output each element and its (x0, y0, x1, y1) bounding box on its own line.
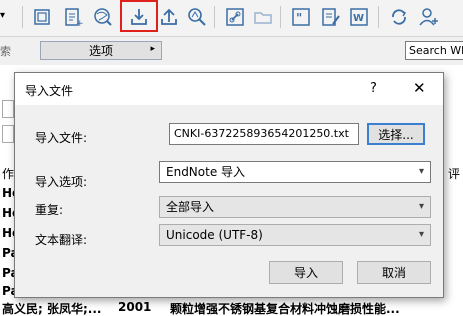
find-fulltext-icon[interactable] (184, 4, 210, 30)
import-file-field[interactable]: CNKI-637225893654201250.txt (169, 123, 359, 145)
duplicates-value: 全部导入 (166, 200, 215, 214)
text-translation-label: 文本翻译: (35, 233, 88, 247)
list-column-header: 作 (2, 167, 15, 181)
dialog-title: 导入文件 (25, 84, 74, 98)
toolbar-separator (22, 6, 23, 28)
author-cell: 高义民; 张凤华;... (2, 302, 102, 316)
text-translation-select[interactable]: Unicode (UTF-8) ▾ (159, 224, 431, 246)
new-folder-icon[interactable] (30, 4, 56, 30)
toolbar-separator (378, 6, 379, 28)
add-user-icon[interactable] (416, 4, 442, 30)
sync-icon[interactable] (386, 4, 412, 30)
online-search-icon[interactable] (90, 4, 116, 30)
browse-button[interactable]: 选择... (367, 123, 425, 145)
toolbar: ▾ + " W (0, 0, 463, 37)
import-highlight-box (120, 0, 158, 32)
link-icon[interactable] (222, 4, 248, 30)
title-cell: 颗粒增强不锈钢基复合材料冲蚀磨损性能... (170, 302, 400, 316)
open-folder-icon[interactable] (250, 4, 276, 30)
search-options-bar: 索 选项 ▸ Search Whole (0, 37, 463, 65)
chevron-down-icon: ▾ (418, 229, 424, 240)
chevron-right-icon: ▸ (150, 44, 155, 54)
toolbar-separator (280, 6, 281, 28)
svg-text:": " (296, 11, 302, 25)
quote-icon[interactable]: " (288, 4, 314, 30)
duplicates-label: 重复: (35, 203, 64, 217)
export-icon[interactable] (156, 4, 182, 30)
toolbar-separator (214, 6, 215, 28)
edit-icon[interactable] (318, 4, 344, 30)
import-option-select[interactable]: EndNote 导入 ▾ (159, 161, 431, 183)
options-button[interactable]: 选项 ▸ (40, 41, 162, 60)
rating-column-header: 评 (448, 167, 461, 181)
import-file-label: 导入文件: (35, 131, 88, 145)
table-row[interactable]: 高义民; 张凤华;... 2001 颗粒增强不锈钢基复合材料冲蚀磨损性能... (0, 300, 463, 316)
cancel-button[interactable]: 取消 (357, 261, 431, 284)
options-label: 选项 (88, 44, 113, 58)
left-control-box[interactable] (2, 100, 14, 118)
svg-text:+: + (76, 19, 84, 28)
dropdown-arrow-icon[interactable]: ▾ (0, 10, 5, 21)
svg-text:W: W (353, 13, 364, 24)
dialog-title-bar: 导入文件 ? ✕ (15, 73, 443, 105)
duplicates-select[interactable]: 全部导入 ▾ (159, 196, 431, 218)
left-control-box[interactable] (2, 125, 14, 143)
search-label: 索 (0, 45, 11, 58)
chevron-down-icon: ▾ (418, 201, 424, 212)
search-whole-library-field[interactable]: Search Whole (405, 41, 463, 60)
close-icon[interactable]: ✕ (413, 79, 426, 97)
import-option-value: EndNote 导入 (166, 165, 246, 179)
new-reference-icon[interactable]: + (60, 4, 86, 30)
year-cell: 2001 (118, 300, 152, 314)
text-translation-value: Unicode (UTF-8) (166, 228, 263, 242)
help-button[interactable]: ? (370, 81, 377, 96)
import-button[interactable]: 导入 (269, 261, 343, 284)
word-icon[interactable]: W (346, 4, 372, 30)
import-file-dialog: 导入文件 ? ✕ 导入文件: CNKI-637225893654201250.t… (14, 72, 444, 298)
chevron-down-icon: ▾ (418, 166, 424, 177)
import-option-label: 导入选项: (35, 175, 88, 189)
